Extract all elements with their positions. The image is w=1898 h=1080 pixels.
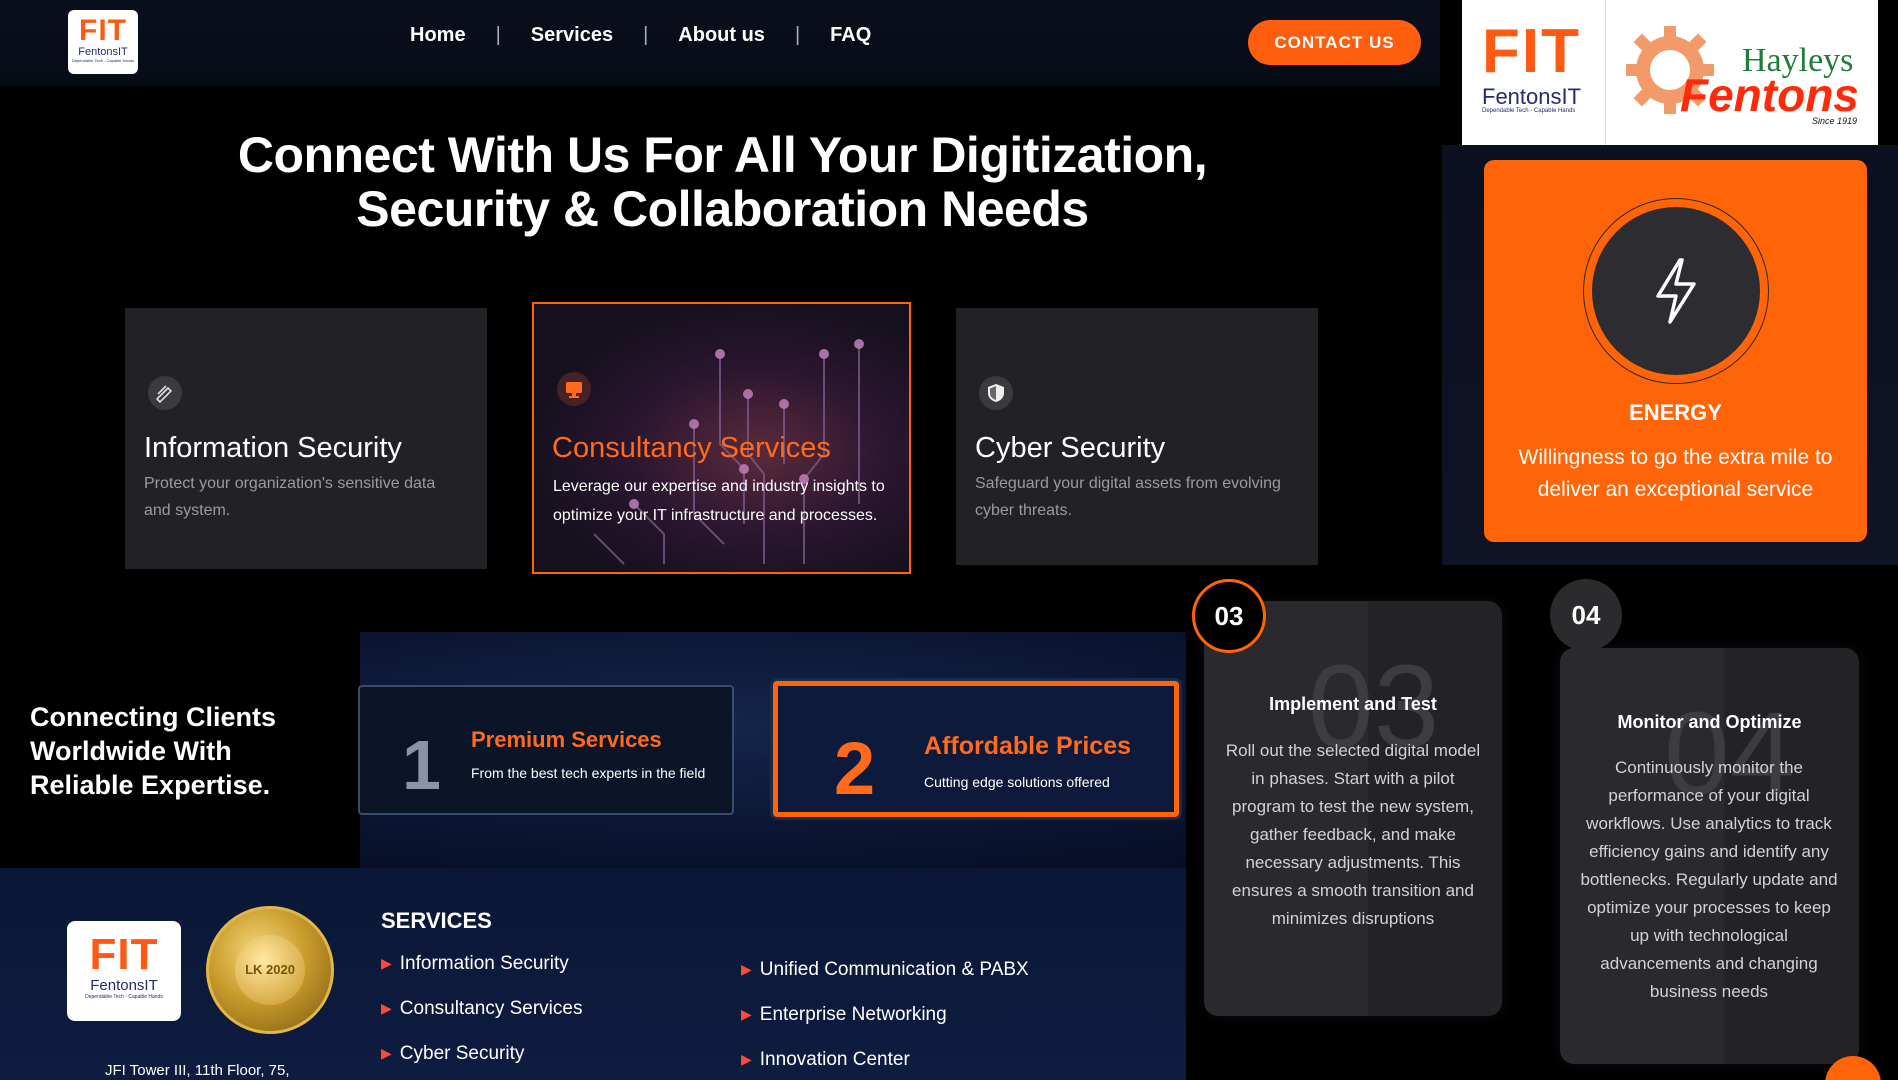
footer-link-label: Unified Communication & PABX: [759, 958, 1029, 980]
footer-logo-fit: FIT: [89, 930, 159, 979]
lightning-icon: [1656, 258, 1696, 324]
feature-card-premium[interactable]: 1 Premium Services From the best tech ex…: [358, 685, 734, 815]
step-title: Implement and Test: [1269, 694, 1437, 714]
hero-title: Connect With Us For All Your Digitizatio…: [180, 128, 1265, 236]
hero-title-line2: Security & Collaboration Needs: [356, 181, 1089, 237]
energy-title: ENERGY: [1629, 400, 1722, 425]
service-desc: Protect your organization's sensitive da…: [144, 475, 436, 519]
feature-number: 1: [402, 726, 441, 804]
triangle-bullet-icon: ▶: [741, 961, 752, 977]
feature-desc: Cutting edge solutions offered: [924, 774, 1110, 790]
footer-services-list-2: ▶ Unified Communication & PABX ▶ Enterpris…: [741, 947, 1029, 1080]
footer-link-label: Innovation Center: [759, 1048, 910, 1070]
footer-link-label: Consultancy Services: [399, 997, 583, 1019]
feature-desc: From the best tech experts in the field: [471, 765, 706, 781]
nav-services-link[interactable]: Services: [501, 24, 643, 47]
footer-link[interactable]: ▶ Enterprise Networking: [741, 992, 1029, 1037]
pen-icon: [148, 376, 182, 410]
footer-link[interactable]: ▶ Cyber Security: [381, 1031, 582, 1076]
step-desc: Continuously monitor the performance of …: [1580, 758, 1838, 1001]
energy-desc: Willingness to go the extra mile to deli…: [1518, 446, 1833, 501]
top-navbar: FIT FentonsIT Dependable Tech - Capable …: [0, 0, 1440, 86]
triangle-bullet-icon: ▶: [381, 1000, 392, 1016]
nav-about-link[interactable]: About us: [648, 24, 795, 47]
monitor-icon: [557, 372, 591, 406]
footer-link-label: Enterprise Networking: [759, 1003, 947, 1025]
feature-title: Affordable Prices: [924, 732, 1132, 760]
footer-link[interactable]: ▶ Consultancy Services: [381, 986, 582, 1031]
partner-divider: [1605, 0, 1606, 145]
footer-logo-tagline: Dependable Tech - Capable Hands: [85, 994, 163, 1000]
footer-link[interactable]: ▶ Information Security: [381, 941, 582, 986]
shield-icon: [979, 376, 1013, 410]
step-card-implement: 03 Implement and Test Roll out the selec…: [1204, 601, 1502, 1016]
fentons-text: Fentons: [1680, 69, 1859, 121]
triangle-bullet-icon: ▶: [381, 955, 392, 971]
footer-address: JFI Tower III, 11th Floor, 75,: [105, 1062, 290, 1079]
step-desc: Roll out the selected digital model in p…: [1225, 741, 1481, 928]
bestweb-award-seal: LK 2020: [206, 906, 334, 1034]
partner-logo-banner: FIT FentonsIT Dependable Tech - Capable …: [1462, 0, 1878, 145]
footer-logo-brand: FentonsIT: [90, 977, 158, 994]
triangle-bullet-icon: ▶: [741, 1006, 752, 1022]
service-card-cyber-security[interactable]: Cyber Security Safeguard your digital as…: [956, 308, 1318, 565]
footer-link[interactable]: ▶ Unified Communication & PABX: [741, 947, 1029, 992]
partner-fit-text: FIT: [1482, 17, 1581, 86]
footer-link-label: Information Security: [399, 952, 569, 974]
feature-number: 2: [834, 727, 876, 810]
partner-brand-text: FentonsIT: [1482, 84, 1582, 109]
triangle-bullet-icon: ▶: [381, 1045, 392, 1061]
logo-tagline: Dependable Tech - Capable Hands: [71, 58, 135, 63]
footer-link[interactable]: ▶ Innovation Center: [741, 1037, 1029, 1080]
service-card-information-security[interactable]: Information Security Protect your organi…: [125, 308, 487, 569]
step-card-monitor: 04 Monitor and Optimize Continuously mon…: [1560, 648, 1859, 1064]
service-desc: Leverage our expertise and industry insi…: [553, 478, 885, 524]
triangle-bullet-icon: ▶: [741, 1051, 752, 1067]
contact-us-button[interactable]: CONTACT US: [1248, 20, 1421, 65]
nav-links: Home | Services | About us | FAQ: [380, 24, 901, 47]
fentonsit-logo[interactable]: FIT FentonsIT Dependable Tech - Capable …: [68, 10, 138, 74]
nav-home-link[interactable]: Home: [380, 24, 496, 47]
step-title: Monitor and Optimize: [1617, 712, 1802, 732]
feature-card-affordable[interactable]: 2 Affordable Prices Cutting edge solutio…: [773, 681, 1179, 817]
energy-icon-circle: [1592, 207, 1760, 375]
since-text: Since 1919: [1812, 116, 1858, 126]
step-badge: 04: [1550, 579, 1622, 651]
footer-link-label: Cyber Security: [399, 1042, 525, 1064]
logo-brand-text: FentonsIT: [78, 46, 128, 58]
step-badge: 03: [1192, 579, 1266, 653]
energy-value-card: ENERGY Willingness to go the extra mile …: [1484, 160, 1867, 542]
hero-title-line1: Connect With Us For All Your Digitizatio…: [237, 127, 1208, 183]
nav-faq-link[interactable]: FAQ: [800, 24, 901, 47]
partner-tagline: Dependable Tech - Capable Hands: [1482, 108, 1576, 114]
service-desc: Safeguard your digital assets from evolv…: [975, 475, 1281, 519]
footer-logo[interactable]: FIT FentonsIT Dependable Tech - Capable …: [67, 921, 181, 1021]
service-title: Cyber Security: [975, 432, 1166, 464]
service-title: Consultancy Services: [552, 432, 831, 464]
feature-title: Premium Services: [471, 727, 662, 752]
logo-fit-text: FIT: [79, 14, 127, 47]
seal-inner-text: LK 2020: [235, 935, 305, 1005]
service-card-consultancy[interactable]: Consultancy Services Leverage our expert…: [532, 302, 911, 574]
service-title: Information Security: [144, 432, 402, 464]
footer-services-heading: SERVICES: [381, 908, 492, 933]
tagline-text: Connecting Clients Worldwide With Reliab…: [30, 702, 277, 800]
footer-services-list: ▶ Information Security ▶ Consultancy Servi…: [381, 941, 582, 1076]
